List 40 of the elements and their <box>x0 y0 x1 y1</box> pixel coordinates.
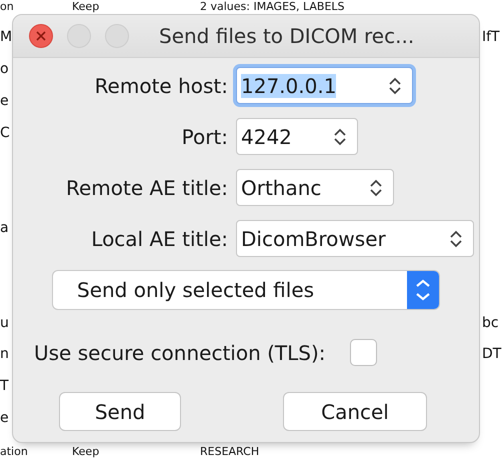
combo-box[interactable]: Orthanc <box>236 169 394 206</box>
send-button[interactable]: Send <box>59 392 181 431</box>
field-label: Remote host: <box>94 74 228 98</box>
close-icon <box>29 24 53 48</box>
table-cell: IfT <box>482 29 500 46</box>
table-cell: DT <box>482 346 502 362</box>
minimize-icon <box>67 24 91 48</box>
table-cell: M <box>0 29 12 46</box>
checkbox-label: Use secure connection (TLS): <box>34 340 326 364</box>
combo-box[interactable]: DicomBrowser <box>236 220 474 257</box>
table-cell: 2 values: IMAGES, LABELS <box>200 0 345 13</box>
table-cell: on <box>0 0 14 13</box>
window-title: Send files to DICOM rec... <box>159 24 414 48</box>
table-cell: e <box>0 410 9 426</box>
field-label: Remote AE title: <box>66 176 228 200</box>
checkbox[interactable] <box>350 339 377 366</box>
dropdown-arrows-icon <box>407 271 439 309</box>
table-cell: n <box>0 346 9 362</box>
table-cell: u <box>0 314 9 331</box>
combo-box[interactable]: 4242 <box>236 118 358 155</box>
table-cell: T <box>0 378 9 394</box>
cancel-button[interactable]: Cancel <box>283 392 427 431</box>
up-down-arrows-icon <box>333 126 347 146</box>
combo-box[interactable]: 127.0.0.1 <box>236 67 413 104</box>
table-cell: a <box>0 220 9 236</box>
dropdown[interactable]: Send only selected files <box>53 271 439 309</box>
zoom-icon <box>105 24 129 48</box>
table-cell: Keep <box>72 0 100 13</box>
up-down-arrows-icon <box>388 76 402 96</box>
up-down-arrows-icon <box>369 178 383 198</box>
table-cell: Keep <box>72 444 100 458</box>
table-cell: bc <box>482 314 499 331</box>
up-down-arrows-icon <box>449 228 463 248</box>
table-cell: o <box>0 61 9 78</box>
table-cell: ation <box>0 444 28 458</box>
table-cell: C <box>0 124 10 140</box>
field-label: Local AE title: <box>91 226 228 250</box>
table-cell: e <box>0 92 9 109</box>
field-label: Port: <box>182 124 228 148</box>
table-cell: RESEARCH <box>200 444 260 458</box>
